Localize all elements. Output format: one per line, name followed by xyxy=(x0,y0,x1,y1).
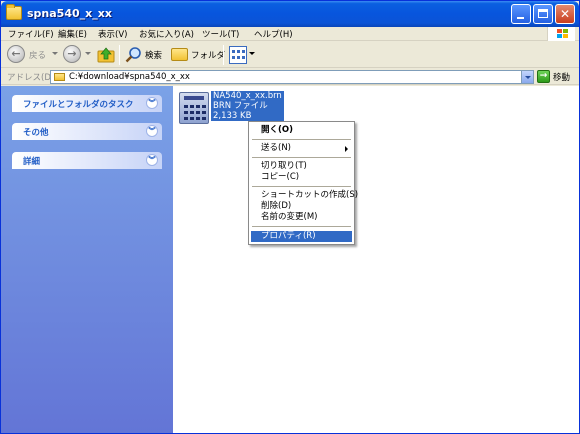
task-section-other[interactable]: その他 ︾ xyxy=(12,123,162,140)
back-label: 戻る xyxy=(29,51,47,61)
context-menu: 開く(O) 送る(N) 切り取り(T) コピー(C) ショートカットの作成(S)… xyxy=(248,121,358,245)
menu-item-create-shortcut[interactable]: ショートカットの作成(S) xyxy=(251,190,358,201)
chevron-down-icon[interactable]: ︾ xyxy=(146,97,158,109)
maximize-icon xyxy=(538,9,548,18)
back-dropdown-icon[interactable] xyxy=(52,52,58,55)
file-list-area[interactable]: NA540_x_xx.brn BRN ファイル 2,133 KB xyxy=(173,86,579,433)
menu-tools[interactable]: ツール(T) xyxy=(202,28,239,40)
go-label[interactable]: 移動 xyxy=(553,71,570,83)
file-item-label[interactable]: NA540_x_xx.brn BRN ファイル 2,133 KB xyxy=(211,91,284,121)
menu-bar: ファイル(F) 編集(E) 表示(V) お気に入り(A) ツール(T) ヘルプ(… xyxy=(1,27,579,41)
menu-favorites[interactable]: お気に入り(A) xyxy=(139,28,194,40)
title-bar[interactable]: spna540_x_xx ✕ xyxy=(1,1,579,27)
brn-file-icon[interactable] xyxy=(179,92,209,124)
menu-item-open[interactable]: 開く(O) xyxy=(251,125,352,136)
address-input[interactable]: C:¥download¥spna540_x_xx xyxy=(50,70,534,84)
folder-icon xyxy=(6,4,22,20)
task-section-file-folder-tasks[interactable]: ファイルとフォルダのタスク ︾ xyxy=(12,95,162,112)
back-arrow-icon: ← xyxy=(11,47,21,60)
windows-logo-icon xyxy=(547,27,575,41)
go-arrow-icon: → xyxy=(539,71,548,81)
toolbar-separator xyxy=(223,45,224,65)
menu-item-cut[interactable]: 切り取り(T) xyxy=(251,161,352,172)
menu-separator xyxy=(252,157,351,158)
task-section-title: ファイルとフォルダのタスク xyxy=(23,100,134,110)
forward-dropdown-icon[interactable] xyxy=(85,52,91,55)
file-size: 2,133 KB xyxy=(213,111,252,121)
chevron-down-icon[interactable]: ︾ xyxy=(146,154,158,166)
back-button[interactable]: ← xyxy=(7,45,25,63)
maximize-button[interactable] xyxy=(533,4,553,24)
menu-separator xyxy=(252,186,351,187)
folder-icon xyxy=(54,73,65,81)
menu-item-properties[interactable]: プロパティ(R) xyxy=(251,231,352,242)
explorer-window: spna540_x_xx ✕ ファイル(F) 編集(E) 表示(V) お気に入り… xyxy=(0,0,580,434)
close-button[interactable]: ✕ xyxy=(555,4,575,24)
minimize-icon xyxy=(517,17,524,19)
address-bar: アドレス(D) C:¥download¥spna540_x_xx → 移動 xyxy=(1,69,579,85)
task-section-details[interactable]: 詳細 ︾ xyxy=(12,152,162,169)
menu-view[interactable]: 表示(V) xyxy=(98,28,127,40)
search-label[interactable]: 検索 xyxy=(145,49,162,61)
address-value: C:¥download¥spna540_x_xx xyxy=(69,72,190,82)
submenu-arrow-icon xyxy=(345,146,348,152)
toolbar: ← 戻る → 検索 フォルダ xyxy=(1,42,579,68)
folders-label[interactable]: フォルダ xyxy=(191,49,225,61)
menu-item-copy[interactable]: コピー(C) xyxy=(251,172,352,183)
menu-item-rename[interactable]: 名前の変更(M) xyxy=(251,212,352,223)
up-folder-icon[interactable] xyxy=(97,46,115,63)
task-section-title: 詳細 xyxy=(23,157,41,167)
file-type: BRN ファイル xyxy=(213,101,268,111)
address-dropdown-button[interactable] xyxy=(521,71,533,83)
views-dropdown-icon[interactable] xyxy=(249,52,255,55)
go-button[interactable]: → xyxy=(537,70,550,83)
forward-button[interactable]: → xyxy=(63,45,81,63)
menu-edit[interactable]: 編集(E) xyxy=(58,28,87,40)
menu-separator xyxy=(252,139,351,140)
menu-help[interactable]: ヘルプ(H) xyxy=(254,28,293,40)
menu-file[interactable]: ファイル(F) xyxy=(8,28,54,40)
close-icon: ✕ xyxy=(559,7,571,21)
menu-item-delete[interactable]: 削除(D) xyxy=(251,201,352,212)
menu-separator xyxy=(252,226,351,227)
search-icon[interactable] xyxy=(125,46,143,64)
menu-item-label: 送る(N) xyxy=(261,143,291,153)
minimize-button[interactable] xyxy=(511,4,531,24)
menu-item-send-to[interactable]: 送る(N) xyxy=(251,143,352,154)
chevron-down-icon[interactable]: ︾ xyxy=(146,125,158,137)
window-title: spna540_x_xx xyxy=(27,7,112,20)
views-icon[interactable] xyxy=(229,46,247,64)
file-name: NA540_x_xx.brn xyxy=(213,91,282,101)
toolbar-separator xyxy=(119,45,120,65)
address-label: アドレス(D) xyxy=(7,73,55,83)
task-pane: ファイルとフォルダのタスク ︾ その他 ︾ 詳細 ︾ xyxy=(1,86,173,433)
forward-arrow-icon: → xyxy=(67,47,77,60)
task-section-title: その他 xyxy=(23,128,49,138)
folders-icon[interactable] xyxy=(171,48,188,61)
